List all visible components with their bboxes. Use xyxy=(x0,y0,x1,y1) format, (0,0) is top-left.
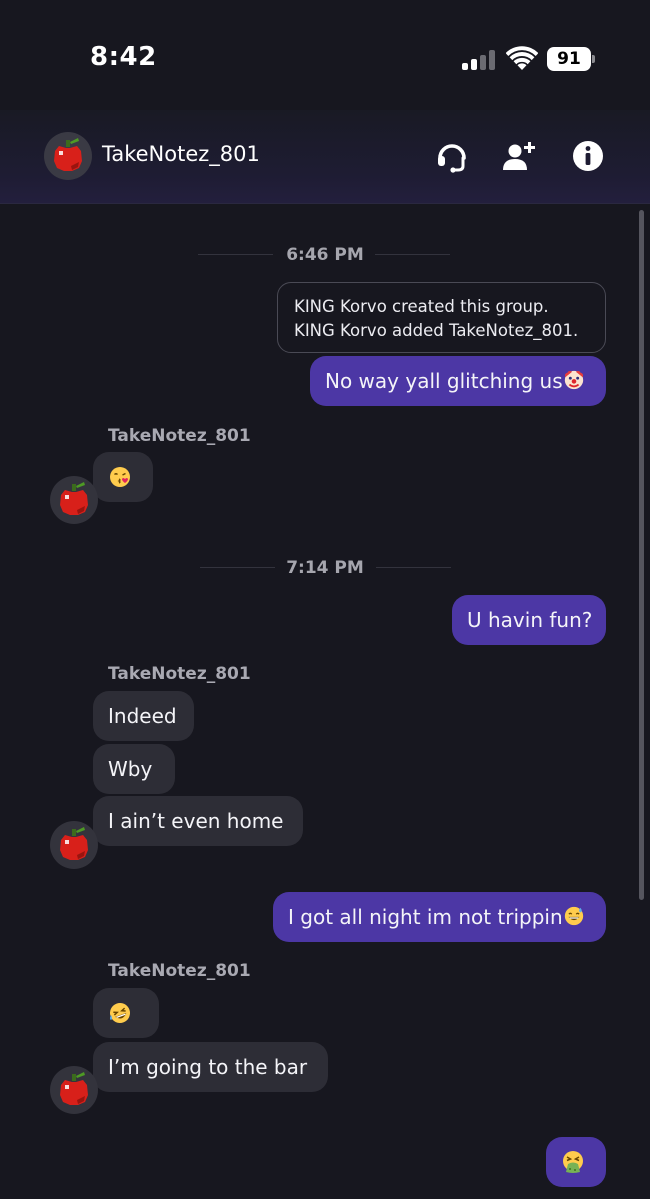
incoming-message[interactable]: Wby xyxy=(93,744,175,794)
apple-avatar-icon[interactable] xyxy=(50,1066,98,1114)
apple-avatar-icon[interactable] xyxy=(44,132,92,180)
system-message: KING Korvo created this group. KING Korv… xyxy=(277,282,606,353)
chat-header: TakeNotez_801 xyxy=(0,110,650,204)
system-message-line: KING Korvo created this group. xyxy=(294,297,549,316)
incoming-message[interactable]: I ain’t even home xyxy=(93,796,303,846)
wifi-icon xyxy=(506,46,538,70)
sender-name: TakeNotez_801 xyxy=(108,426,251,446)
add-user-icon[interactable] xyxy=(498,136,538,176)
battery-level: 91 xyxy=(547,47,591,71)
incoming-message[interactable]: I’m going to the bar xyxy=(93,1042,328,1092)
status-time: 8:42 xyxy=(90,42,157,72)
apple-avatar-icon[interactable] xyxy=(50,476,98,524)
outgoing-message[interactable]: No way yall glitching us xyxy=(310,356,606,406)
outgoing-message[interactable]: U havin fun? xyxy=(452,595,606,645)
clown-emoji xyxy=(564,370,583,390)
timestamp: 6:46 PM xyxy=(286,245,364,265)
outgoing-message[interactable] xyxy=(546,1137,606,1187)
vomit-emoji xyxy=(563,1151,583,1173)
chat-title[interactable]: TakeNotez_801 xyxy=(102,142,260,166)
incoming-message[interactable] xyxy=(93,452,153,502)
cellular-signal-icon xyxy=(462,50,496,70)
timestamp: 7:14 PM xyxy=(286,558,364,578)
scrollbar[interactable] xyxy=(639,210,644,900)
apple-avatar-icon[interactable] xyxy=(50,821,98,869)
message-text: No way yall glitching us xyxy=(325,369,563,393)
info-icon[interactable] xyxy=(568,136,608,176)
message-text: I’m going to the bar xyxy=(108,1055,308,1079)
sender-name: TakeNotez_801 xyxy=(108,664,251,684)
headset-icon[interactable] xyxy=(432,136,472,176)
system-message-line: KING Korvo added TakeNotez_801. xyxy=(294,321,579,340)
message-text: Indeed xyxy=(108,704,177,728)
outgoing-message[interactable]: I got all night im not trippin xyxy=(273,892,606,942)
kiss-emoji xyxy=(110,467,130,487)
sweat-smile-emoji xyxy=(564,906,583,926)
message-text: Wby xyxy=(108,757,153,781)
sender-name: TakeNotez_801 xyxy=(108,961,251,981)
battery-icon: 91 xyxy=(547,47,595,71)
message-text: I ain’t even home xyxy=(108,809,284,833)
incoming-message[interactable] xyxy=(93,988,159,1038)
status-bar: 8:42 91 xyxy=(0,0,650,110)
message-text: I got all night im not trippin xyxy=(288,905,563,929)
incoming-message[interactable]: Indeed xyxy=(93,691,194,741)
message-text: U havin fun? xyxy=(467,608,593,632)
laughing-emoji xyxy=(110,1003,130,1023)
